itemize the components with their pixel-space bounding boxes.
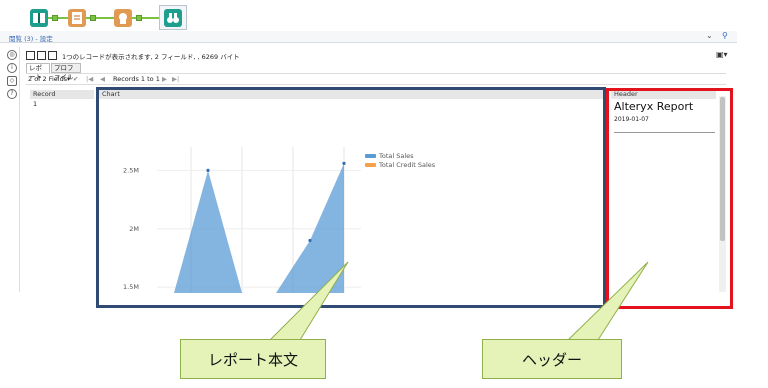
callout-header: ヘッダー [482,339,622,379]
callout-pointer-header [566,261,649,341]
screenshot: 閲覧 (3) - 設定 ⌄ ⚲ ◎ i ◇ ? 1つのレコードが表示されます, … [0,0,768,388]
callout-report-body: レポート本文 [180,339,326,379]
callout-pointers [268,261,649,341]
callout-pointer-body [268,261,349,341]
